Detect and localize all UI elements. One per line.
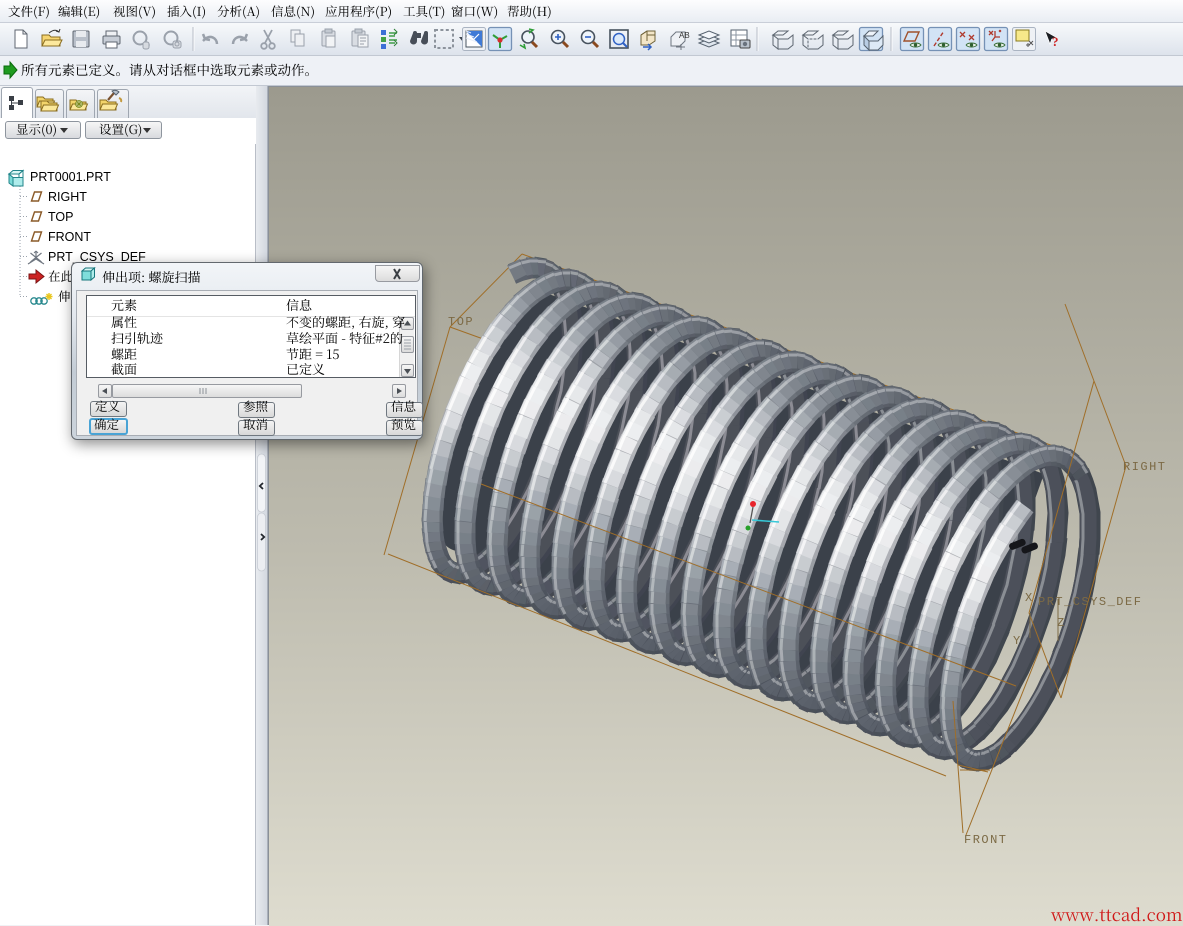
svg-text:Y: Y [1013, 634, 1022, 648]
svg-text:PRT_CSYS_DEF: PRT_CSYS_DEF [1038, 595, 1142, 609]
svg-text:TOP: TOP [448, 315, 474, 329]
svg-text:AB: AB [679, 31, 690, 40]
svg-text:X: X [1025, 591, 1034, 605]
svg-text:FRONT: FRONT [964, 833, 1008, 847]
svg-text:Z: Z [1057, 616, 1066, 630]
svg-text:?: ? [1052, 34, 1059, 49]
svg-text:RIGHT: RIGHT [1123, 460, 1167, 474]
